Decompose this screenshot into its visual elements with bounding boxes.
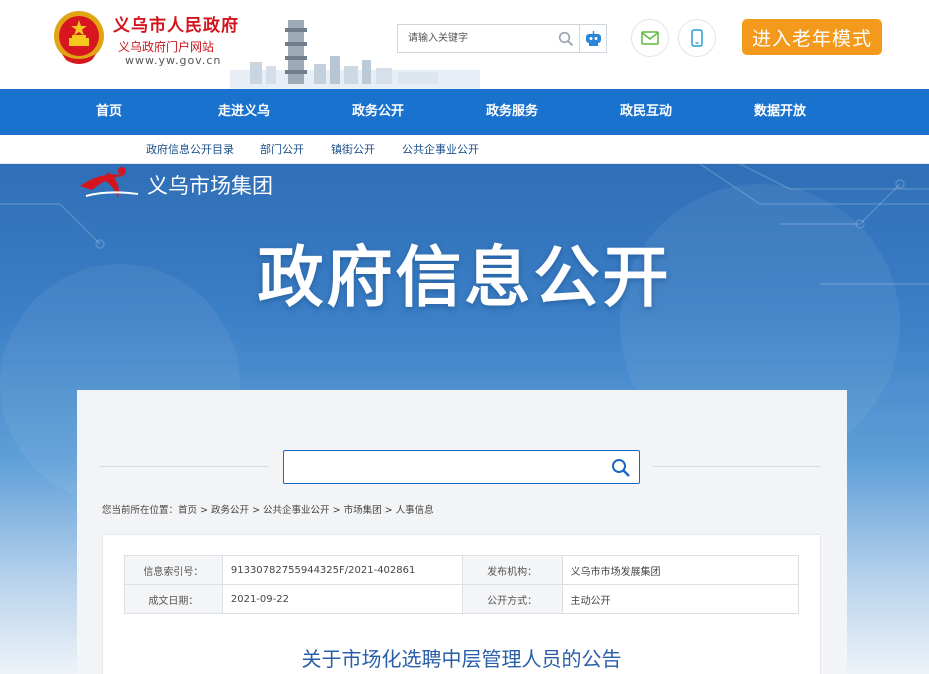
breadcrumb-link-home[interactable]: 首页 <box>178 505 197 516</box>
nav-item-open-data[interactable]: 数据开放 <box>754 89 806 135</box>
breadcrumb-separator: > <box>249 505 264 516</box>
document-title: 关于市场化选聘中层管理人员的公告 <box>301 647 622 671</box>
site-search <box>397 24 580 53</box>
subnav-item-towns[interactable]: 镇街公开 <box>331 135 375 164</box>
site-header: 义乌市人民政府 义乌政府门户网站 www.yw.gov.cn 请输入关键字 进入… <box>0 0 929 89</box>
breadcrumb-prefix: 您当前所在位置： <box>102 505 179 516</box>
mobile-phone-icon <box>691 29 703 47</box>
main-nav: 首页 走进义乌 政务公开 政务服务 政民互动 数据开放 <box>0 89 929 135</box>
index-number-value: 91330782755944325F/2021-402861 <box>221 555 463 585</box>
mail-button[interactable] <box>631 19 669 57</box>
disclosure-method-label: 公开方式： <box>461 584 563 614</box>
breadcrumb-link-personnel[interactable]: 人事信息 <box>396 505 434 516</box>
breadcrumb-link-market-group[interactable]: 市场集团 <box>344 505 382 516</box>
banner-title: 政府信息公开 <box>257 239 672 316</box>
content-search-input[interactable] <box>284 451 594 483</box>
nav-item-gov-services[interactable]: 政务服务 <box>486 89 538 135</box>
national-emblem-icon <box>54 11 104 64</box>
market-group-logo <box>80 167 139 198</box>
breadcrumb-separator: > <box>197 505 212 516</box>
nav-item-about-yiwu[interactable]: 走进义乌 <box>218 89 270 135</box>
elder-mode-button[interactable]: 进入老年模式 <box>742 19 882 55</box>
mobile-button[interactable] <box>678 19 716 57</box>
date-label: 成文日期： <box>124 584 223 614</box>
publisher-value: 义乌市市场发展集团 <box>561 555 799 585</box>
nav-item-gov-affairs[interactable]: 政务公开 <box>352 89 404 135</box>
robot-icon <box>585 31 601 46</box>
search-divider-left <box>100 466 269 467</box>
index-number-label: 信息索引号： <box>124 555 223 585</box>
site-search-input[interactable] <box>398 25 548 52</box>
date-value: 2021-09-22 <box>221 584 463 614</box>
search-divider-right <box>653 466 821 467</box>
publisher-label: 发布机构： <box>461 555 563 585</box>
mail-icon <box>641 31 659 45</box>
market-group-name: 义乌市场集团 <box>147 174 273 198</box>
search-icon[interactable] <box>558 31 574 47</box>
breadcrumb-link-gov-affairs[interactable]: 政务公开 <box>211 505 249 516</box>
subnav-item-departments[interactable]: 部门公开 <box>260 135 304 164</box>
breadcrumb-separator: > <box>329 505 344 516</box>
nav-item-interaction[interactable]: 政民互动 <box>620 89 672 135</box>
site-url: www.yw.gov.cn <box>125 54 222 67</box>
document-meta-table: 信息索引号： 91330782755944325F/2021-402861 发布… <box>124 555 799 614</box>
breadcrumb: 您当前所在位置：首页 > 政务公开 > 公共企事业公开 > 市场集团 > 人事信… <box>102 502 434 516</box>
breadcrumb-separator: > <box>381 505 396 516</box>
smart-assistant-button[interactable] <box>580 24 607 53</box>
site-title: 义乌市人民政府 <box>113 16 239 36</box>
breadcrumb-link-public-enterprises[interactable]: 公共企事业公开 <box>263 505 330 516</box>
nav-item-home[interactable]: 首页 <box>96 89 122 135</box>
subnav-item-catalog[interactable]: 政府信息公开目录 <box>146 135 234 164</box>
search-icon[interactable] <box>611 458 631 478</box>
site-subtitle: 义乌政府门户网站 <box>118 40 215 54</box>
sub-nav: 政府信息公开目录 部门公开 镇街公开 公共企事业公开 <box>0 135 929 164</box>
disclosure-method-value: 主动公开 <box>561 584 799 614</box>
subnav-item-public-enterprises[interactable]: 公共企事业公开 <box>402 135 479 164</box>
content-search <box>283 450 640 484</box>
